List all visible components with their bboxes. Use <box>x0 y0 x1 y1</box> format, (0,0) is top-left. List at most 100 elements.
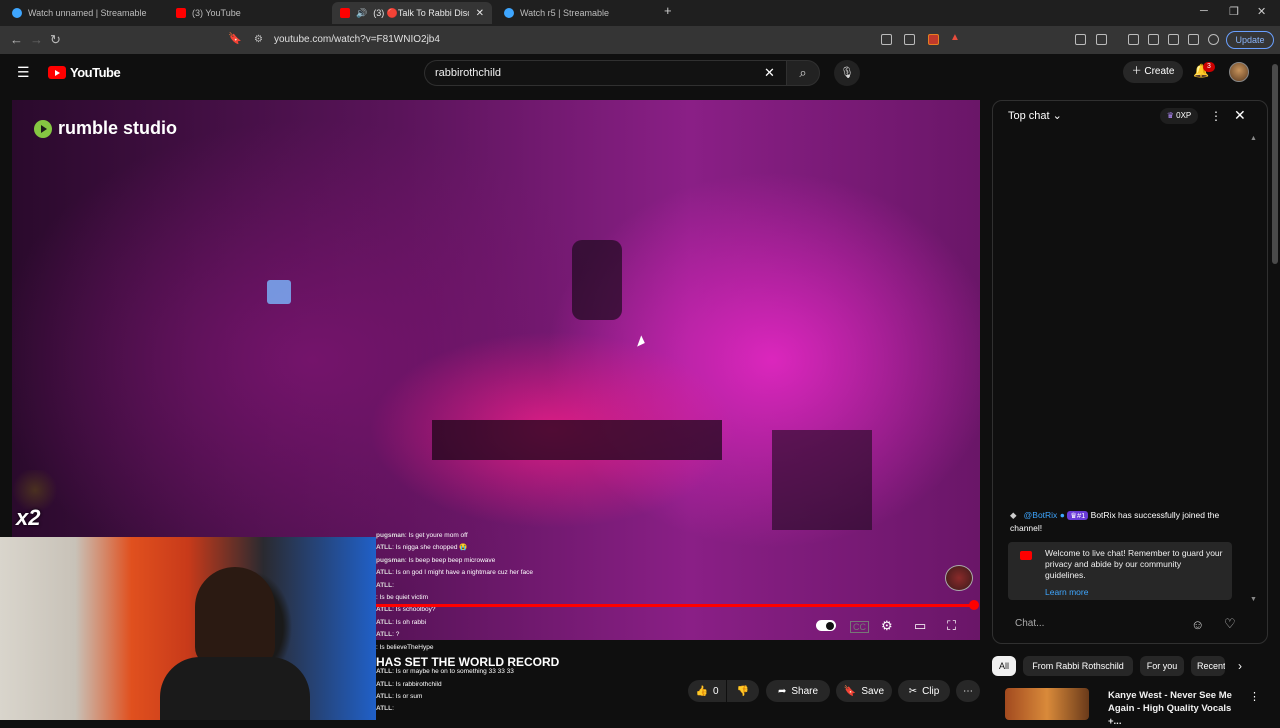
verified-icon: ● <box>1059 510 1065 520</box>
notification-count-badge: 3 <box>1203 62 1215 72</box>
chat-user: ATLL <box>376 618 393 626</box>
dislike-button[interactable]: 👎 <box>727 680 759 702</box>
streamer-head <box>195 567 275 667</box>
logo-text: YouTube <box>70 65 121 80</box>
minimize-icon[interactable]: ─ <box>1200 5 1208 17</box>
crown-badge-icon: ♛ <box>1070 511 1077 520</box>
overlay-chat-line: ATLL: ? <box>376 629 796 641</box>
chat-user: ATLL <box>376 668 393 676</box>
address-bar[interactable]: youtube.com/watch?v=F81WNIO2jb4 <box>246 30 882 50</box>
xp-badge[interactable]: ♛ 0XP <box>1160 108 1198 124</box>
xp-value: 0XP <box>1176 111 1192 120</box>
share-page-icon[interactable] <box>904 34 915 45</box>
hamburger-menu-icon[interactable]: ☰ <box>17 64 30 81</box>
vpn-icon[interactable] <box>1208 34 1219 45</box>
chat-author[interactable]: @BotRix <box>1024 510 1058 520</box>
video-title: HAS SET THE WORLD RECORD <box>376 655 560 669</box>
cast-icon[interactable] <box>881 34 892 45</box>
streamable-favicon-icon <box>12 8 22 18</box>
bookmark-icon[interactable]: 🔖 <box>228 32 242 45</box>
progress-bar[interactable] <box>376 604 971 607</box>
more-actions-button[interactable]: ⋯ <box>956 680 980 702</box>
youtube-small-icon <box>1020 551 1032 560</box>
chat-input[interactable]: Chat... <box>1008 612 1188 636</box>
recommendation-thumbnail[interactable] <box>1005 688 1089 720</box>
window-close-icon[interactable]: ✕ <box>1257 5 1266 18</box>
extension-icon[interactable] <box>1075 34 1086 45</box>
chip-recent[interactable]: Recent <box>1191 656 1225 676</box>
chip-from-channel[interactable]: From Rabbi Rothschild <box>1023 656 1133 676</box>
overlay-chat-line: : Is be quiet victim <box>376 592 796 604</box>
theater-mode-icon[interactable]: ▭ <box>914 618 926 634</box>
settings-gear-icon[interactable]: ⚙ <box>881 618 893 634</box>
like-button[interactable]: 👍 0 <box>688 680 726 702</box>
overlay-chat-line: ATLL: Is on god I might have a nightmare… <box>376 567 796 579</box>
tab-title: (3) 🔴Talk To Rabbi Discord <box>373 7 469 18</box>
back-icon[interactable]: ← <box>10 32 23 47</box>
forward-icon[interactable]: → <box>30 32 43 47</box>
fullscreen-icon[interactable]: ⛶ <box>947 618 956 634</box>
welcome-text: Welcome to live chat! Remember to guard … <box>1045 548 1223 580</box>
chat-text: : <box>392 581 394 589</box>
lamp-light <box>267 280 291 304</box>
chat-close-icon[interactable]: ✕ <box>1234 107 1246 124</box>
new-tab-button[interactable]: + <box>664 3 672 18</box>
media-icon[interactable] <box>1128 34 1139 45</box>
wallet-icon[interactable] <box>1168 34 1179 45</box>
autoplay-toggle[interactable] <box>816 620 836 631</box>
streamer-webcam-overlay <box>0 537 376 720</box>
browser-tab[interactable]: Watch r5 | Streamable <box>496 2 656 24</box>
reload-icon[interactable]: ↻ <box>50 32 61 48</box>
browser-tab-active[interactable]: 🔊 (3) 🔴Talk To Rabbi Discord ✕ <box>332 2 492 24</box>
update-button[interactable]: Update <box>1226 31 1274 49</box>
youtube-favicon-icon <box>340 8 350 18</box>
clear-search-icon[interactable]: ✕ <box>764 65 775 81</box>
chat-more-icon[interactable]: ⋮ <box>1210 109 1222 123</box>
create-button[interactable]: ＋ Create <box>1123 61 1183 83</box>
chat-user: ATLL <box>376 606 393 614</box>
page-scrollbar[interactable] <box>1270 54 1280 720</box>
browser-tab-bar: Watch unnamed | Streamable (3) YouTube 🔊… <box>0 0 1280 26</box>
extension-icon[interactable] <box>1096 34 1107 45</box>
voice-search-button[interactable]: 🎙 <box>834 60 860 86</box>
chip-all[interactable]: All <box>992 656 1016 676</box>
clip-button[interactable]: ✂ Clip <box>898 680 950 702</box>
recommendation-title[interactable]: Kanye West - Never See Me Again - High Q… <box>1108 689 1238 728</box>
progress-scrubber[interactable] <box>969 600 979 610</box>
youtube-logo[interactable]: YouTube <box>48 65 121 80</box>
sidebar-icon[interactable] <box>1148 34 1159 45</box>
leo-icon[interactable] <box>1188 34 1199 45</box>
chips-next-icon[interactable]: › <box>1238 659 1242 673</box>
emoji-icon[interactable]: ☺ <box>1191 617 1204 632</box>
tab-close-icon[interactable]: ✕ <box>476 8 484 19</box>
overlay-chat-line: : Is believeTheHype <box>376 642 796 654</box>
browser-tab[interactable]: Watch unnamed | Streamable <box>4 2 164 24</box>
chat-user: ATLL <box>376 581 393 589</box>
chat-scrollbar[interactable]: ▲ ▼ <box>1250 135 1258 603</box>
brave-shield-icon[interactable] <box>928 34 939 45</box>
rewards-icon[interactable]: ▲ <box>950 32 961 43</box>
maximize-icon[interactable]: ❐ <box>1229 5 1239 18</box>
channel-watermark[interactable] <box>945 565 973 591</box>
search-input[interactable]: rabbirothchild <box>424 60 786 86</box>
desk-shadow <box>432 420 722 460</box>
chat-text: : Is oh rabbi <box>392 618 427 626</box>
learn-more-link[interactable]: Learn more <box>1045 587 1224 598</box>
share-button[interactable]: ➦ Share <box>766 680 830 702</box>
account-avatar[interactable] <box>1229 62 1249 82</box>
recommendation-more-icon[interactable]: ⋮ <box>1249 690 1260 703</box>
browser-tab[interactable]: (3) YouTube <box>168 2 328 24</box>
overlay-chat-line: ATLL: Is nigga she chopped 😭 <box>376 542 796 554</box>
scrollbar-thumb[interactable] <box>1272 64 1278 264</box>
search-button[interactable]: ⌕ <box>786 60 820 86</box>
chat-text: : Is or maybe he on to something 33 33 3… <box>392 668 514 676</box>
heart-icon[interactable]: ♡ <box>1224 616 1236 632</box>
chat-mode-dropdown[interactable]: Top chat ⌄ <box>1008 109 1062 122</box>
save-button[interactable]: 🔖 Save <box>836 680 892 702</box>
rumble-play-icon <box>34 119 52 138</box>
scroll-up-icon[interactable]: ▲ <box>1250 135 1257 142</box>
captions-icon[interactable]: CC <box>850 621 869 633</box>
speaker-icon[interactable]: 🔊 <box>356 8 367 19</box>
chip-for-you[interactable]: For you <box>1140 656 1184 676</box>
scroll-down-icon[interactable]: ▼ <box>1250 596 1257 603</box>
